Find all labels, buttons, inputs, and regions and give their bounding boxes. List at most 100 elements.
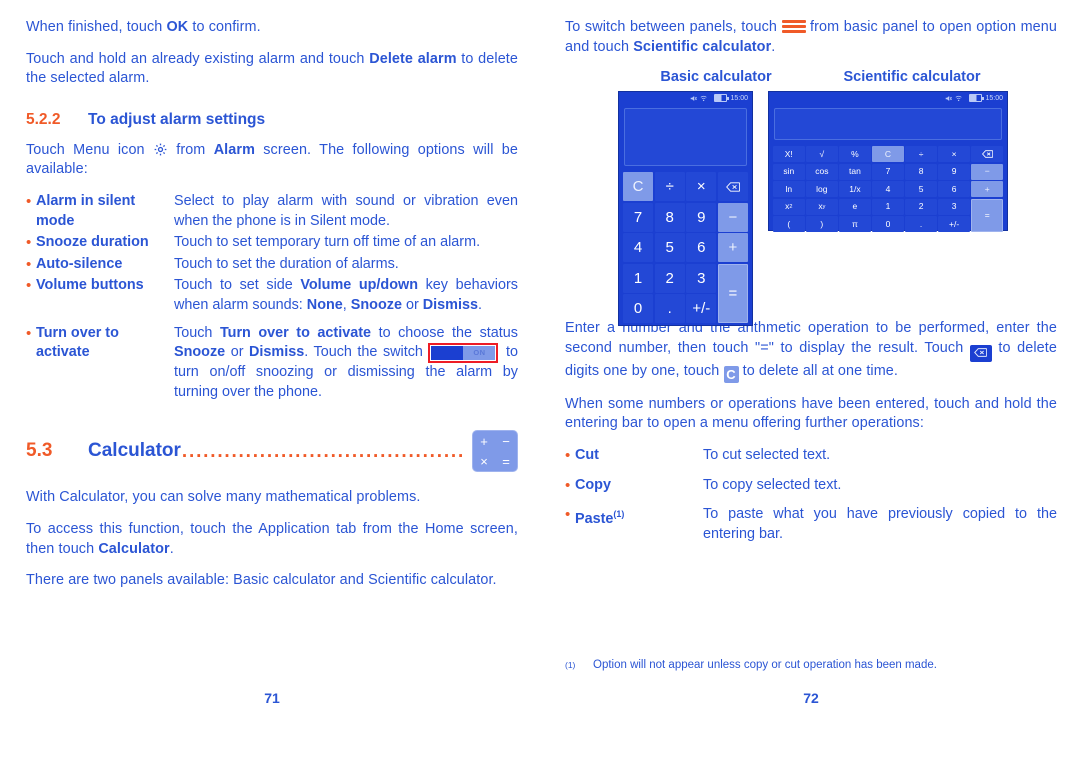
- key-3[interactable]: 3: [686, 263, 717, 293]
- key-plus[interactable]: +: [717, 233, 748, 263]
- key-5[interactable]: 5: [905, 181, 937, 198]
- key-plus[interactable]: +: [971, 181, 1003, 198]
- text-run: to confirm.: [188, 19, 261, 35]
- text-run: When finished, touch: [26, 19, 167, 35]
- dot-leader: ........................................…: [181, 441, 466, 461]
- key-decimal[interactable]: .: [654, 294, 685, 324]
- toggle-on-label: ON: [463, 346, 496, 361]
- option-term: Snooze duration: [36, 234, 149, 251]
- bold-snooze: Snooze: [350, 296, 402, 313]
- key-8[interactable]: 8: [905, 163, 937, 180]
- footnote-marker: (1): [613, 509, 625, 520]
- option-description: To copy selected text.: [703, 476, 842, 493]
- key-9[interactable]: 9: [938, 163, 970, 180]
- key-2[interactable]: 2: [654, 263, 685, 293]
- list-item: • Alarm in silent mode Select to play al…: [26, 192, 518, 231]
- right-page-column: To switch between panels, touch from bas…: [565, 18, 1057, 718]
- key-9[interactable]: 9: [686, 202, 717, 232]
- backspace-icon: [969, 344, 992, 362]
- key-8[interactable]: 8: [654, 202, 685, 232]
- paragraph-enter-number: Enter a number and the arithmetic operat…: [565, 319, 1057, 383]
- key-equals[interactable]: =: [971, 198, 1003, 233]
- scientific-calculator-screenshot: 15:00 X! √ % C ÷ × sin cos tan 7 8 9 − l…: [768, 91, 1008, 233]
- key-e[interactable]: e: [839, 198, 871, 215]
- option-description: Touch to set side Volume up/down key beh…: [174, 276, 518, 315]
- key-power[interactable]: xy: [806, 198, 838, 215]
- key-factorial[interactable]: X!: [773, 146, 805, 163]
- key-clear[interactable]: C: [623, 172, 654, 202]
- option-term-label: Paste: [575, 510, 614, 527]
- bold-dismiss: Dismiss: [249, 344, 305, 361]
- section-heading-5-2-2: 5.2.2 To adjust alarm settings: [26, 111, 518, 129]
- key-multiply[interactable]: ×: [686, 172, 717, 202]
- key-sqrt[interactable]: √: [806, 146, 838, 163]
- key-tan[interactable]: tan: [839, 163, 871, 180]
- key-0[interactable]: 0: [623, 294, 654, 324]
- key-multiply[interactable]: ×: [938, 146, 970, 163]
- option-term: Volume buttons: [36, 277, 144, 294]
- text-run: ,: [342, 296, 351, 313]
- key-log[interactable]: log: [806, 181, 838, 198]
- key-7[interactable]: 7: [872, 163, 904, 180]
- toggle-switch[interactable]: ON: [431, 346, 496, 361]
- option-description: Touch Turn over to activate to choose th…: [174, 324, 518, 403]
- key-sin[interactable]: sin: [773, 163, 805, 180]
- key-cos[interactable]: cos: [806, 163, 838, 180]
- key-backspace[interactable]: [971, 146, 1003, 163]
- option-description: Touch to set temporary turn off time of …: [174, 234, 481, 251]
- key-3[interactable]: 3: [938, 198, 970, 215]
- basic-calculator-screenshot: 15:00 C ÷ × 7 8 9 − 4 5 6 + 1 2 3 = 0 . …: [618, 91, 753, 327]
- battery-icon: [969, 94, 984, 103]
- bold-delete-alarm: Delete alarm: [369, 50, 457, 67]
- key-4[interactable]: 4: [623, 233, 654, 263]
- key-1[interactable]: 1: [872, 198, 904, 215]
- key-6[interactable]: 6: [686, 233, 717, 263]
- text-run: Touch and hold an already existing alarm…: [26, 50, 370, 67]
- key-equals[interactable]: =: [717, 263, 748, 324]
- chapter-number: 5.3: [26, 440, 53, 462]
- key-divide[interactable]: ÷: [654, 172, 685, 202]
- option-description: To paste what you have previously copied…: [703, 506, 1057, 542]
- key-percent[interactable]: %: [839, 146, 871, 163]
- key-square[interactable]: x2: [773, 198, 805, 215]
- clipboard-options-list: • Cut To cut selected text. • Copy To co…: [565, 446, 1057, 544]
- chapter-title: Calculator: [88, 440, 181, 462]
- key-6[interactable]: 6: [938, 181, 970, 198]
- key-2[interactable]: 2: [905, 198, 937, 215]
- key-reciprocal[interactable]: 1/x: [839, 181, 871, 198]
- calculator-display[interactable]: [774, 108, 1002, 141]
- key-ln[interactable]: ln: [773, 181, 805, 198]
- key-minus[interactable]: −: [971, 163, 1003, 180]
- key-4[interactable]: 4: [872, 181, 904, 198]
- key-pi[interactable]: π: [839, 216, 871, 233]
- text-run: Touch: [174, 324, 220, 341]
- calculator-icon-equals: =: [502, 453, 510, 469]
- key-5[interactable]: 5: [654, 233, 685, 263]
- key-backspace[interactable]: [717, 172, 748, 202]
- key-divide[interactable]: ÷: [905, 146, 937, 163]
- text-run: .: [771, 38, 776, 55]
- key-decimal[interactable]: .: [905, 216, 937, 233]
- key-1[interactable]: 1: [623, 263, 654, 293]
- bullet-icon: •: [565, 506, 571, 524]
- bullet-icon: •: [26, 234, 32, 252]
- bullet-icon: •: [26, 324, 32, 342]
- key-clear[interactable]: C: [872, 146, 904, 163]
- key-sign[interactable]: +/-: [938, 216, 970, 233]
- key-close-paren[interactable]: ): [806, 216, 838, 233]
- key-7[interactable]: 7: [623, 202, 654, 232]
- list-item: • Snooze duration Touch to set temporary…: [26, 233, 518, 253]
- menu-icon: [781, 20, 806, 33]
- key-0[interactable]: 0: [872, 216, 904, 233]
- option-description: To cut selected text.: [703, 446, 831, 463]
- bold-alarm: Alarm: [213, 141, 255, 158]
- text-run: Touch Menu icon: [26, 141, 153, 158]
- key-sign[interactable]: +/-: [686, 294, 717, 324]
- footnote: (1) Option will not appear unless copy o…: [565, 658, 1057, 673]
- calculator-display[interactable]: [624, 108, 747, 167]
- key-minus[interactable]: −: [717, 202, 748, 232]
- bullet-icon: •: [565, 446, 571, 464]
- section-title: To adjust alarm settings: [88, 110, 266, 128]
- text-run: To switch between panels, touch: [565, 19, 782, 35]
- key-open-paren[interactable]: (: [773, 216, 805, 233]
